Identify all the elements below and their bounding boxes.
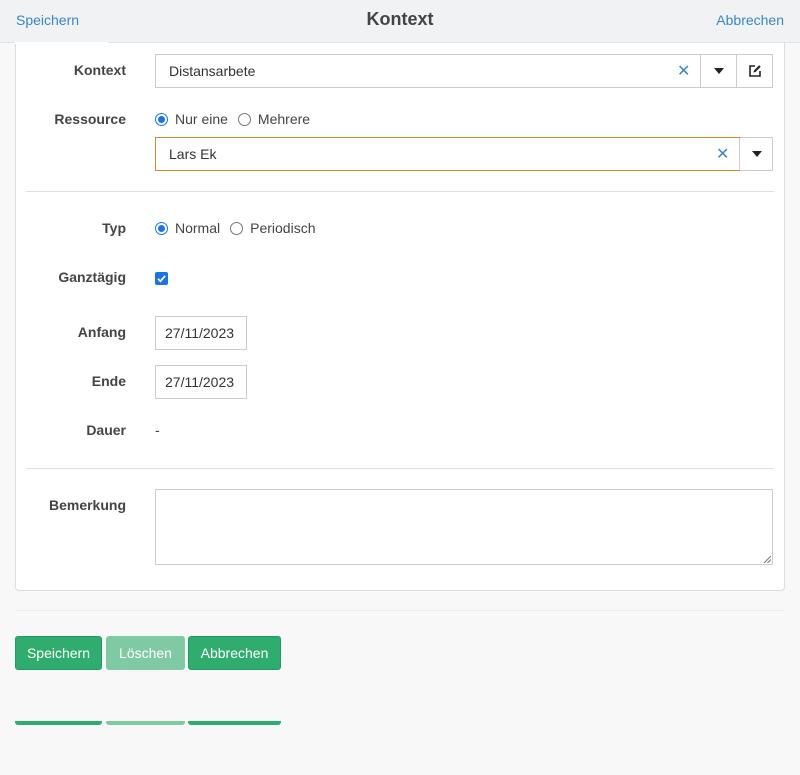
dauer-label: Dauer <box>86 422 126 438</box>
dauer-value: - <box>155 422 160 438</box>
ganztaegig-checkbox[interactable] <box>155 272 168 285</box>
section-separator <box>15 610 785 611</box>
kontext-select[interactable]: Distansarbete ✕ <box>155 54 773 88</box>
ressource-label: Ressource <box>54 111 126 127</box>
save-button[interactable]: Speichern <box>15 636 102 670</box>
typ-label: Typ <box>102 220 126 236</box>
ressource-radio-multiple[interactable] <box>237 112 251 126</box>
typ-radio-normal[interactable] <box>155 221 168 235</box>
edit-icon <box>748 65 761 77</box>
divider <box>26 191 774 192</box>
kontext-dropdown-button[interactable] <box>700 55 736 87</box>
cancel-button[interactable]: Abbrechen <box>188 636 281 670</box>
typ-option-periodic: Periodisch <box>250 220 316 236</box>
save-button-clipped[interactable] <box>15 721 102 725</box>
page-title: Kontext <box>366 9 434 29</box>
ressource-dropdown-button[interactable] <box>739 138 773 170</box>
top-bar: Speichern Kontext Abbrechen <box>0 0 800 43</box>
ressource-radio-single[interactable] <box>155 112 168 126</box>
typ-radio-group: Normal Periodisch <box>155 220 326 236</box>
kontext-value: Distansarbete <box>169 63 256 79</box>
delete-button: Löschen <box>106 636 185 670</box>
kontext-edit-button[interactable] <box>736 55 772 87</box>
resize-handle-icon[interactable] <box>763 555 772 564</box>
ressource-select[interactable]: Lars Ek ✕ <box>155 137 773 171</box>
typ-option-normal: Normal <box>175 220 221 236</box>
cancel-button-clipped[interactable] <box>188 721 281 725</box>
anfang-label: Anfang <box>77 324 126 340</box>
bemerkung-label: Bemerkung <box>48 497 126 513</box>
ressource-clear-icon[interactable]: ✕ <box>716 144 729 164</box>
ressource-option-single: Nur eine <box>175 111 228 127</box>
ende-label: Ende <box>91 373 126 389</box>
typ-radio-periodic[interactable] <box>230 221 244 235</box>
check-icon <box>157 275 166 283</box>
panel-tab-gap <box>15 42 108 44</box>
kontext-label: Kontext <box>73 62 126 78</box>
anfang-date-input[interactable]: 27/11/2023 <box>155 316 247 350</box>
ressource-value: Lars Ek <box>169 146 217 162</box>
ressource-radio-group: Nur eine Mehrere <box>155 111 320 127</box>
chevron-down-icon <box>713 68 724 74</box>
ressource-focus-ring <box>155 137 740 171</box>
ressource-option-multiple: Mehrere <box>257 111 311 127</box>
bemerkung-textarea[interactable] <box>155 489 773 565</box>
delete-button-clipped <box>106 721 185 725</box>
chevron-down-icon <box>751 151 762 157</box>
divider <box>26 468 774 469</box>
kontext-clear-icon[interactable]: ✕ <box>677 61 690 81</box>
header-cancel-link[interactable]: Abbrechen <box>716 12 784 28</box>
ganztaegig-label: Ganztägig <box>58 269 126 285</box>
ende-date-input[interactable]: 27/11/2023 <box>155 365 247 399</box>
